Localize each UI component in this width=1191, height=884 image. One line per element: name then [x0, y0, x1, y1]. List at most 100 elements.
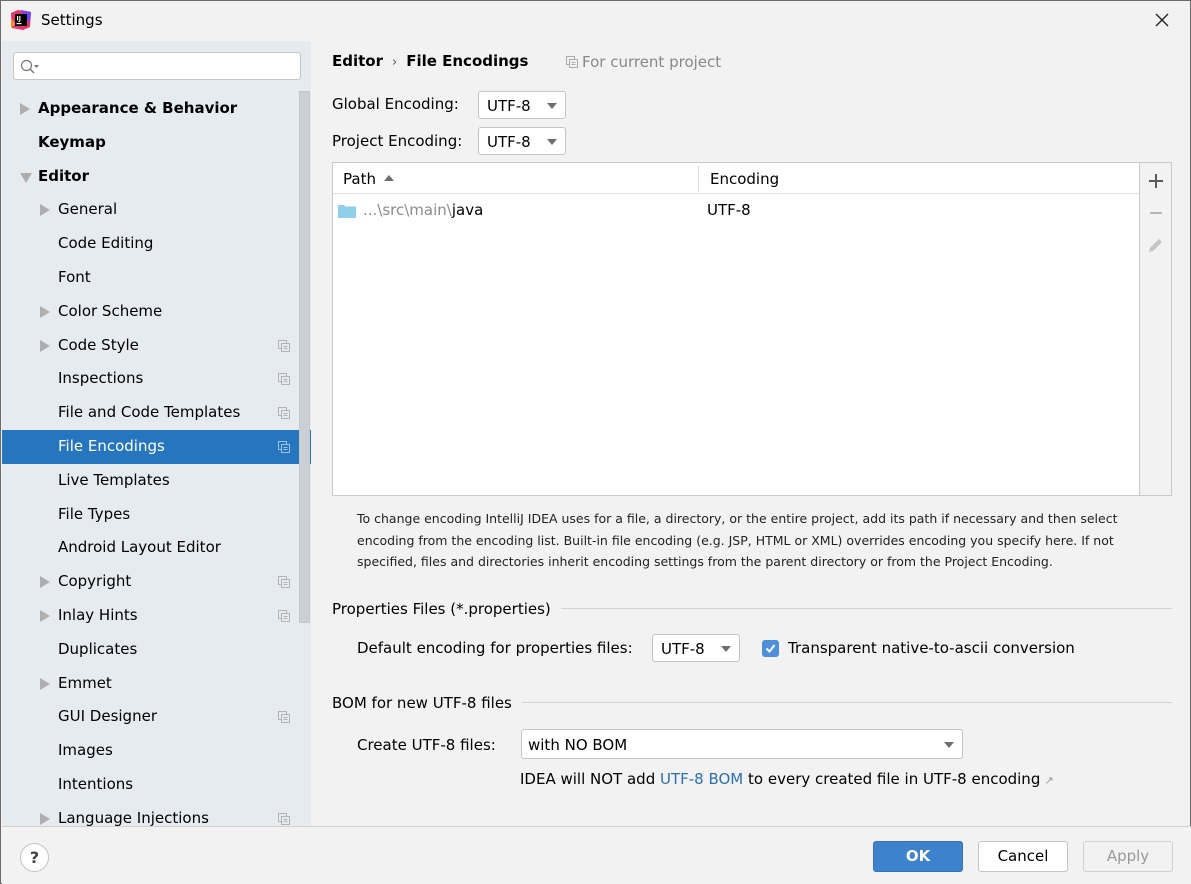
column-header-encoding[interactable]: Encoding [710, 170, 779, 188]
settings-sidebar: Appearance & Behavior Keymap Editor General… [2, 41, 311, 826]
cancel-button[interactable]: Cancel [978, 841, 1068, 872]
expand-arrow-right-icon[interactable] [40, 609, 50, 622]
search-icon [20, 59, 39, 74]
remove-path-button[interactable] [1146, 203, 1166, 223]
scope-note-text: For current project [582, 53, 722, 71]
sidebar-item-label: Code Editing [58, 234, 154, 253]
help-button[interactable]: ? [20, 843, 49, 872]
settings-tree: Appearance & Behavior Keymap Editor General… [2, 92, 311, 826]
sidebar-item-general[interactable]: General [2, 193, 311, 227]
properties-default-encoding-label: Default encoding for properties files: [357, 639, 633, 657]
sidebar-item-file-encodings[interactable]: File Encodings [2, 429, 311, 464]
edit-path-button[interactable] [1146, 235, 1166, 255]
path-encoding-table: Path Encoding ...\src\main\java UTF-8 [332, 162, 1140, 496]
search-input[interactable] [42, 56, 292, 76]
sidebar-item-font[interactable]: Font [2, 261, 311, 295]
sidebar-item-color-scheme[interactable]: Color Scheme [2, 295, 311, 329]
row-encoding[interactable]: UTF-8 [707, 201, 751, 219]
chevron-down-icon [547, 103, 557, 109]
close-icon [1155, 13, 1169, 27]
expand-arrow-right-icon[interactable] [40, 339, 50, 352]
sidebar-item-file-and-code-templates[interactable]: File and Code Templates [2, 396, 311, 430]
column-divider[interactable] [698, 166, 699, 192]
sidebar-item-code-editing[interactable]: Code Editing [2, 227, 311, 261]
scope-note: For current project [566, 53, 721, 71]
sidebar-item-copyright[interactable]: Copyright [2, 565, 311, 599]
properties-encoding-combo[interactable]: UTF-8 [652, 634, 740, 662]
sidebar-item-android-layout-editor[interactable]: Android Layout Editor [2, 531, 311, 565]
expand-arrow-right-icon[interactable] [20, 103, 30, 115]
create-utf8-label: Create UTF-8 files: [357, 736, 496, 754]
sidebar-item-appearance-behavior[interactable]: Appearance & Behavior [2, 92, 311, 126]
global-encoding-combo[interactable]: UTF-8 [478, 91, 566, 119]
global-encoding-value: UTF-8 [487, 97, 531, 115]
sidebar-item-gui-designer[interactable]: GUI Designer [2, 700, 311, 734]
project-scope-icon [278, 407, 290, 420]
sidebar-item-inspections[interactable]: Inspections [2, 362, 311, 396]
sidebar-item-images[interactable]: Images [2, 734, 311, 768]
project-scope-icon [278, 609, 290, 622]
sidebar-item-label: Live Templates [58, 470, 170, 489]
close-button[interactable] [1149, 7, 1175, 33]
sidebar-item-label: Emmet [58, 673, 112, 692]
sidebar-item-label: Language Injections [58, 808, 209, 826]
table-row[interactable]: ...\src\main\java UTF-8 [333, 195, 1139, 225]
bom-note: IDEA will NOT add UTF-8 BOM to every cre… [520, 770, 1054, 788]
ok-button[interactable]: OK [873, 841, 963, 872]
project-scope-icon [278, 339, 290, 352]
utf8-bom-link[interactable]: UTF-8 BOM [660, 770, 743, 788]
dialog-footer: ? OK Cancel Apply [2, 826, 1191, 884]
sidebar-item-label: Duplicates [58, 639, 138, 658]
sidebar-item-label: Images [58, 741, 113, 760]
breadcrumb-file-encodings: File Encodings [406, 52, 529, 70]
sidebar-item-emmet[interactable]: Emmet [2, 667, 311, 701]
expand-arrow-right-icon[interactable] [40, 305, 50, 318]
chevron-down-icon [721, 646, 731, 652]
title-bar: IJ Settings [1, 1, 1190, 41]
sidebar-item-label: Font [58, 267, 91, 286]
expand-arrow-right-icon[interactable] [40, 677, 50, 690]
window-title: Settings [41, 11, 103, 29]
project-encoding-value: UTF-8 [487, 133, 531, 151]
native-to-ascii-checkbox[interactable] [762, 640, 779, 657]
settings-search[interactable] [13, 52, 301, 80]
column-header-path[interactable]: Path [343, 170, 394, 188]
project-encoding-combo[interactable]: UTF-8 [478, 127, 566, 155]
expand-arrow-down-icon[interactable] [20, 172, 32, 183]
sidebar-item-label: Intentions [58, 774, 134, 793]
bom-mode-combo[interactable]: with NO BOM [521, 729, 963, 759]
sidebar-item-label: General [58, 200, 118, 219]
project-scope-icon [278, 711, 290, 724]
project-encoding-label: Project Encoding: [332, 132, 463, 150]
table-toolbar [1140, 162, 1172, 496]
chevron-down-icon [944, 742, 954, 748]
sidebar-item-live-templates[interactable]: Live Templates [2, 464, 311, 498]
add-path-button[interactable] [1146, 171, 1166, 191]
apply-button[interactable]: Apply [1083, 841, 1173, 872]
sidebar-item-editor[interactable]: Editor [2, 160, 311, 194]
sidebar-item-label: GUI Designer [58, 707, 157, 726]
native-to-ascii-label[interactable]: Transparent native-to-ascii conversion [788, 639, 1075, 657]
sidebar-item-inlay-hints[interactable]: Inlay Hints [2, 599, 311, 633]
encoding-help-text: To change encoding IntelliJ IDEA uses fo… [357, 511, 1118, 569]
sidebar-scrollbar-thumb[interactable] [299, 91, 310, 623]
sidebar-item-duplicates[interactable]: Duplicates [2, 633, 311, 667]
sidebar-item-language-injections[interactable]: Language Injections [2, 802, 311, 826]
sidebar-item-file-types[interactable]: File Types [2, 498, 311, 532]
breadcrumb-separator: › [392, 55, 398, 70]
sidebar-item-keymap[interactable]: Keymap [2, 126, 311, 160]
expand-arrow-right-icon[interactable] [40, 204, 50, 217]
sidebar-item-intentions[interactable]: Intentions [2, 768, 311, 802]
sidebar-item-label: Keymap [38, 132, 106, 151]
sidebar-item-code-style[interactable]: Code Style [2, 329, 311, 363]
expand-arrow-right-icon[interactable] [40, 576, 50, 589]
project-scope-icon [278, 373, 290, 386]
table-header: Path Encoding [333, 163, 1139, 194]
breadcrumb-editor[interactable]: Editor [332, 52, 383, 70]
sidebar-item-label: File and Code Templates [58, 403, 241, 422]
sidebar-item-label: Editor [38, 166, 89, 185]
row-path: ...\src\main\java [363, 201, 484, 219]
bom-section-title: BOM for new UTF-8 files [332, 694, 522, 712]
sidebar-item-label: Inspections [58, 369, 144, 388]
expand-arrow-right-icon[interactable] [40, 812, 50, 825]
